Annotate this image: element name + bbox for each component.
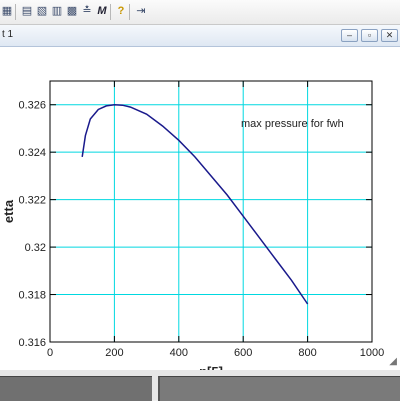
macro-icon[interactable]: M bbox=[95, 5, 109, 18]
toolbar-separator bbox=[129, 4, 130, 20]
exit-icon[interactable]: ⇥ bbox=[134, 5, 148, 18]
bottom-area bbox=[0, 370, 400, 401]
toolbar-separator bbox=[15, 4, 16, 20]
x-tick-label: 800 bbox=[298, 347, 316, 359]
toolbar-separator bbox=[110, 4, 111, 20]
x-tick-label: 400 bbox=[170, 347, 188, 359]
plot-window-icon[interactable]: ▤ bbox=[20, 5, 34, 18]
x-tick-label: 1000 bbox=[360, 347, 384, 359]
bottom-left-panel bbox=[0, 376, 152, 401]
plot-window: t 1 – ▫ ✕ 0 200 400 600 800 1000 0.316 0.318 0.3… bbox=[0, 25, 400, 379]
x-tick-label: 0 bbox=[47, 347, 53, 359]
minimize-button[interactable]: – bbox=[341, 29, 358, 42]
window-title: t 1 bbox=[2, 29, 14, 40]
y-axis-label: etta bbox=[1, 199, 16, 223]
resize-grip[interactable]: ◢ bbox=[389, 356, 397, 367]
xy-plot-icon[interactable]: ▧ bbox=[35, 5, 49, 18]
table-icon[interactable]: ▦ bbox=[0, 5, 14, 18]
x-tick-label: 200 bbox=[105, 347, 123, 359]
help-icon[interactable]: ? bbox=[114, 5, 128, 18]
annotation: max pressure for fwh bbox=[241, 118, 344, 130]
restore-button[interactable]: ▫ bbox=[361, 29, 378, 42]
bottom-right-panel bbox=[158, 376, 400, 401]
line-chart: 0 200 400 600 800 1000 0.316 0.318 0.32 0.322 0.32… bbox=[1, 80, 384, 379]
arrays-icon[interactable]: ▩ bbox=[65, 5, 79, 18]
y-tick-label: 0.316 bbox=[18, 337, 46, 349]
equations-icon[interactable]: ≛ bbox=[80, 5, 94, 18]
main-toolbar: ▦ ▤ ▧ ▥ ▩ ≛ M? ⇥ bbox=[0, 0, 400, 25]
y-tick-label: 0.322 bbox=[18, 195, 46, 207]
y-tick-label: 0.324 bbox=[18, 147, 46, 159]
parametric-table-icon[interactable]: ▥ bbox=[50, 5, 64, 18]
plot-area: 0 200 400 600 800 1000 0.316 0.318 0.32 0.322 0.32… bbox=[0, 47, 400, 379]
y-tick-label: 0.326 bbox=[18, 100, 46, 112]
y-tick-label: 0.318 bbox=[18, 290, 46, 302]
x-tick-label: 600 bbox=[234, 347, 252, 359]
y-tick-label: 0.32 bbox=[25, 242, 46, 254]
plot-window-title-bar[interactable]: t 1 – ▫ ✕ bbox=[0, 25, 400, 47]
series-line bbox=[81, 103, 309, 305]
close-button[interactable]: ✕ bbox=[381, 29, 398, 42]
